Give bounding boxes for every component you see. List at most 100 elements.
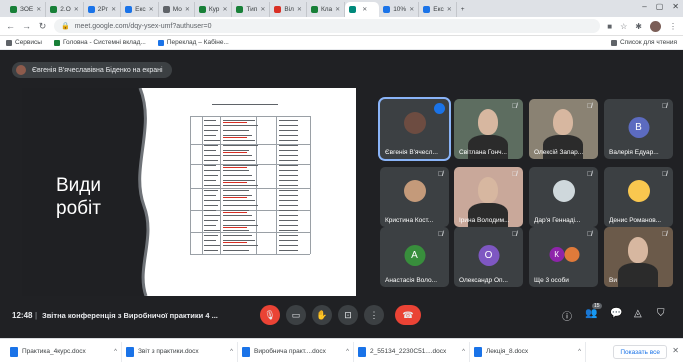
participant-tile[interactable]: 🎙̸ Ви bbox=[604, 227, 673, 287]
activities-icon[interactable]: ◬ bbox=[634, 308, 642, 319]
participant-face bbox=[478, 109, 498, 135]
tab-close-icon[interactable]: ✕ bbox=[297, 6, 302, 13]
browser-tab[interactable]: 2Рг ✕ bbox=[84, 2, 122, 17]
info-icon[interactable]: ⓘ bbox=[562, 308, 572, 323]
minimize-icon[interactable]: – bbox=[642, 2, 646, 11]
reading-list[interactable]: Список для чтения bbox=[611, 39, 677, 46]
show-all-downloads-button[interactable]: Показать все bbox=[613, 345, 667, 359]
tab-close-icon[interactable]: ✕ bbox=[409, 6, 414, 13]
downloads-bar: Практика_4курс.docx ^ Звіт з практики.docx… bbox=[0, 338, 683, 364]
browser-tab[interactable]: 10% ✕ bbox=[379, 2, 420, 17]
browser-tab[interactable]: Мо ✕ bbox=[159, 2, 195, 17]
camera-button[interactable]: ▭ bbox=[286, 305, 306, 325]
tab-close-icon[interactable]: ✕ bbox=[362, 6, 367, 13]
new-tab-icon[interactable]: + bbox=[457, 2, 469, 17]
chevron-up-icon[interactable]: ^ bbox=[346, 349, 349, 355]
mic-off-button[interactable]: 🎙 bbox=[260, 305, 280, 325]
browser-tab[interactable]: Екс ✕ bbox=[121, 2, 159, 17]
mic-muted-icon: 🎙̸ bbox=[586, 231, 593, 238]
doc-text-line bbox=[223, 235, 252, 237]
download-item[interactable]: Практика_4курс.docx ^ bbox=[6, 341, 122, 362]
doc-text-line bbox=[223, 140, 255, 142]
browser-tab[interactable]: ✕ bbox=[345, 2, 380, 17]
camera-indicator-icon[interactable]: ■ bbox=[607, 22, 612, 31]
tab-favicon bbox=[349, 6, 357, 13]
participant-tile[interactable]: 🎙̸ Світлана Гонч... bbox=[454, 99, 523, 159]
chevron-up-icon[interactable]: ^ bbox=[462, 349, 465, 355]
tab-favicon bbox=[274, 6, 282, 13]
people-icon[interactable]: 👥 bbox=[585, 308, 597, 319]
browser-tab[interactable]: 2.О ✕ bbox=[46, 2, 84, 17]
doc-column-line bbox=[276, 116, 277, 254]
participant-tile[interactable]: 🎙̸ Олексій Запар... bbox=[529, 99, 598, 159]
bookmark-item[interactable]: Головна - Системні вклад... bbox=[53, 39, 146, 46]
meeting-title[interactable]: Звітна конференція з Виробничої практики… bbox=[42, 311, 218, 320]
profile-avatar[interactable] bbox=[650, 20, 661, 32]
extensions-icon[interactable]: ✱ bbox=[635, 22, 642, 31]
maximize-icon[interactable]: ▢ bbox=[656, 2, 664, 11]
tab-close-icon[interactable]: ✕ bbox=[335, 6, 340, 13]
browser-tab[interactable]: Екс ✕ bbox=[419, 2, 457, 17]
chevron-up-icon[interactable]: ^ bbox=[578, 349, 581, 355]
bookmark-item[interactable]: Переклад – Кабіне... bbox=[157, 39, 229, 46]
browser-tab[interactable]: Віл ✕ bbox=[270, 2, 307, 17]
close-downloads-icon[interactable]: ✕ bbox=[672, 346, 679, 355]
participant-tile[interactable]: К 🎙̸ Ще 3 особи bbox=[529, 227, 598, 287]
doc-highlight-line bbox=[223, 227, 247, 229]
tab-close-icon[interactable]: ✕ bbox=[185, 6, 190, 13]
end-call-button[interactable]: ☎ bbox=[395, 305, 421, 325]
download-item[interactable]: Звіт з практики.docx ^ bbox=[122, 341, 238, 362]
clock: 12:48 bbox=[12, 310, 33, 320]
browser-tab-strip: ЗОЕ ✕ 2.О ✕ 2Рг ✕ Екс ✕ Мо ✕ Кур ✕ Тип ✕ Віл ✕ Кла ✕ ✕ 10% ✕… bbox=[0, 0, 683, 17]
participant-tile[interactable]: А 🎙̸ Анастасія Воло... bbox=[380, 227, 449, 287]
tab-close-icon[interactable]: ✕ bbox=[74, 6, 79, 13]
download-item[interactable]: 2_55134_2230С51....docx ^ bbox=[354, 341, 470, 362]
browser-tab[interactable]: Тип ✕ bbox=[232, 2, 271, 17]
doc-text-line bbox=[204, 135, 216, 137]
forward-icon[interactable]: → bbox=[22, 21, 31, 31]
present-button[interactable]: ⊡ bbox=[338, 305, 358, 325]
doc-text-line bbox=[279, 165, 298, 167]
raise-hand-button[interactable]: ✋ bbox=[312, 305, 332, 325]
reload-icon[interactable]: ↻ bbox=[38, 21, 47, 32]
participant-tile[interactable]: 🎙̸ Ірина Володим... bbox=[454, 167, 523, 227]
address-bar[interactable]: 🔒 meet.google.com/dqy-ysex-umf?authuser=… bbox=[54, 19, 601, 33]
doc-text-line bbox=[204, 165, 216, 167]
tab-close-icon[interactable]: ✕ bbox=[149, 6, 154, 13]
participant-tile[interactable]: Євгенія В'ячесл... bbox=[378, 97, 451, 161]
tab-close-icon[interactable]: ✕ bbox=[222, 6, 227, 13]
browser-tab[interactable]: Кур ✕ bbox=[195, 2, 233, 17]
mic-off-icon: 🎙 bbox=[264, 309, 276, 320]
browser-tab[interactable]: ЗОЕ ✕ bbox=[6, 2, 47, 17]
menu-icon[interactable]: ⋮ bbox=[669, 22, 677, 31]
more-options-button[interactable]: ⋮ bbox=[364, 305, 384, 325]
bookmark-star-icon[interactable]: ☆ bbox=[620, 22, 627, 31]
presenter-chip[interactable]: Євгенія В'ячеславівна Біденко на екрані bbox=[12, 62, 172, 78]
participant-tile[interactable]: 🎙̸ Кристина Кост... bbox=[380, 167, 449, 227]
back-icon[interactable]: ← bbox=[6, 21, 15, 31]
slide-wave-decoration bbox=[126, 88, 150, 296]
bookmark-apps[interactable]: Сервисы bbox=[6, 39, 42, 46]
tab-close-icon[interactable]: ✕ bbox=[36, 6, 41, 13]
participant-tile[interactable]: О 🎙̸ Олександр Оп... bbox=[454, 227, 523, 287]
participant-tile[interactable]: 🎙̸ Денис Романов... bbox=[604, 167, 673, 227]
doc-text-line bbox=[223, 190, 249, 192]
presenter-avatar bbox=[16, 65, 26, 75]
participant-tile[interactable]: В 🎙̸ Валерія Едуар... bbox=[604, 99, 673, 159]
close-window-icon[interactable]: ✕ bbox=[672, 2, 679, 11]
participant-name: Ви bbox=[609, 277, 617, 284]
participant-tile[interactable]: 🎙̸ Дар'я Геннаді... bbox=[529, 167, 598, 227]
chevron-up-icon[interactable]: ^ bbox=[230, 349, 233, 355]
doc-text-line bbox=[279, 185, 298, 187]
tab-close-icon[interactable]: ✕ bbox=[447, 6, 452, 13]
chat-icon[interactable]: 💬 bbox=[610, 308, 622, 319]
download-item[interactable]: Виробнича практ....docx ^ bbox=[238, 341, 354, 362]
tab-close-icon[interactable]: ✕ bbox=[260, 6, 265, 13]
download-item[interactable]: Лекція_8.docx ^ bbox=[470, 341, 586, 362]
chevron-up-icon[interactable]: ^ bbox=[114, 349, 117, 355]
browser-tab[interactable]: Кла ✕ bbox=[307, 2, 346, 17]
doc-text-line bbox=[279, 245, 298, 247]
mic-muted-icon: 🎙̸ bbox=[586, 103, 593, 110]
tab-close-icon[interactable]: ✕ bbox=[111, 6, 116, 13]
host-controls-icon[interactable]: ⛉ bbox=[657, 308, 665, 319]
